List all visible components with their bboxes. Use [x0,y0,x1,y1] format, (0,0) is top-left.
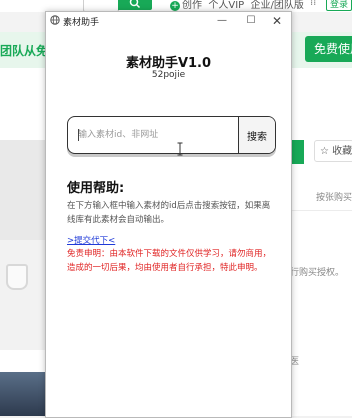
thumbnail-image[interactable] [0,372,48,416]
help-description: 在下方输入框中输入素材的id后点击搜索按钮，如果离线库有此素材会自动输出。 [67,201,271,225]
help-title: 使用帮助: [67,181,125,196]
nav-enterprise[interactable]: 企业/团队版 [251,0,304,11]
plus-icon: + [170,1,180,11]
nav-vip[interactable]: 个人VIP [208,0,244,11]
divider [290,210,352,211]
submit-request-link[interactable]: >提交代下< [67,234,115,246]
cup-image [6,264,28,290]
minimize-icon[interactable]: — [209,13,235,29]
search-button[interactable]: 搜索 [238,117,275,153]
site-top-nav: + 创作 个人VIP 企业/团队版 [170,0,304,11]
login-button[interactable]: 登录 [326,0,352,11]
disclaimer-text: 免责申明：由本软件下载的文件仅供学习，请勿商用，造成的一切后果，均由使用者自行承… [67,249,272,273]
window-title: 素材助手 [63,18,100,28]
search-icon [129,0,141,9]
site-search-button[interactable] [118,0,152,10]
thumbnail-image[interactable] [0,240,48,350]
download-button[interactable] [290,140,304,164]
text-caret [78,129,79,141]
collect-button[interactable]: ☆ 收藏 [314,140,352,162]
search-input[interactable] [68,117,238,153]
app-globe-icon [50,15,60,25]
thumbnail-image[interactable] [0,140,48,240]
nav-create[interactable]: 创作 [182,0,202,11]
app-subtitle: 52pojie [151,70,186,80]
text-cursor-icon [177,142,183,156]
maximize-icon[interactable]: ☐ [238,13,264,29]
side-text: 行购买授权。 [290,268,345,278]
title-bar[interactable]: 素材助手 — ☐ ✕ [46,12,291,30]
free-use-button[interactable]: 免费使用 [305,36,352,62]
search-bar: 搜索 [67,116,276,154]
apps-grid-icon[interactable]: ⁞⁞ [310,0,316,8]
close-icon[interactable]: ✕ [264,13,290,29]
assistant-window: 素材助手 — ☐ ✕ 素材助手V1.0 52pojie 搜索 使用帮助: 在下方… [45,11,292,418]
side-text: 按张购买 [316,193,352,203]
app-title: 素材助手V1.0 [125,56,212,71]
